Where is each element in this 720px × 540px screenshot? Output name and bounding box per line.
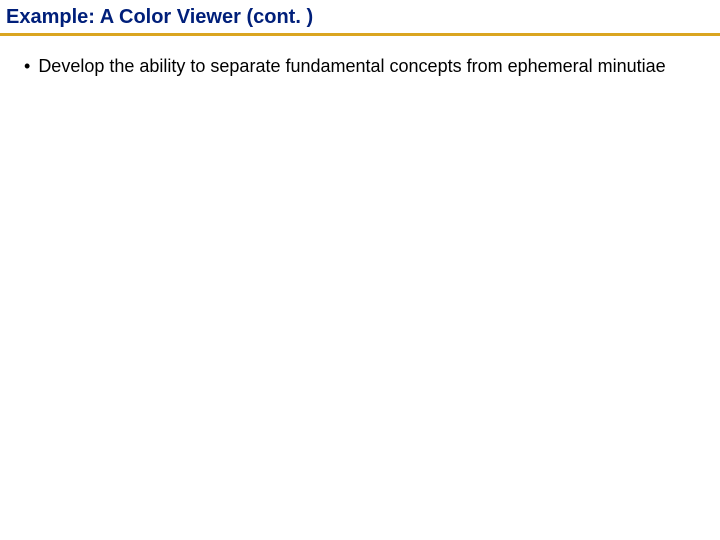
- slide-title: Example: A Color Viewer (cont. ): [0, 0, 720, 36]
- bullet-item: • Develop the ability to separate fundam…: [24, 54, 696, 78]
- slide-content: • Develop the ability to separate fundam…: [0, 36, 720, 96]
- bullet-text: Develop the ability to separate fundamen…: [38, 54, 696, 78]
- bullet-marker-icon: •: [24, 54, 30, 78]
